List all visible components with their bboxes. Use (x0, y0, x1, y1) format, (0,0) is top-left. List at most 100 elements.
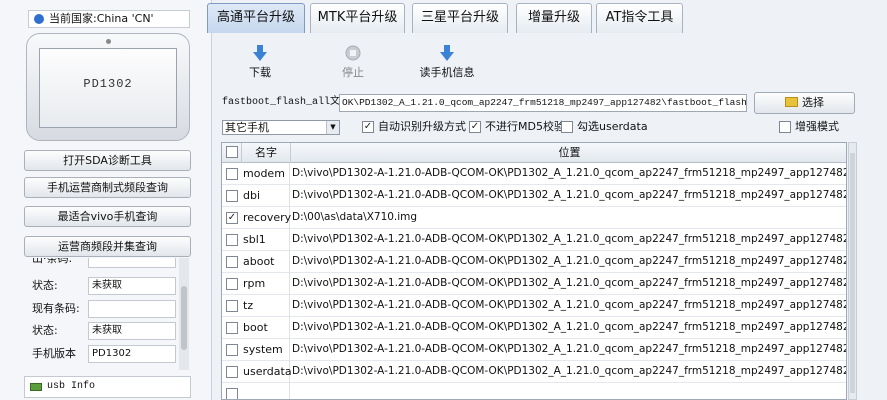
table-row[interactable]: userdata D:\vivo\PD1302-A-1.21.0-ADB-QCO… (222, 361, 846, 383)
table-row[interactable]: dbi D:\vivo\PD1302-A-1.21.0-ADB-QCOM-OK\… (222, 185, 847, 207)
row-checkbox[interactable] (226, 234, 238, 246)
info-value: PD1302 (88, 345, 176, 363)
table-row[interactable]: modem D:\vivo\PD1302-A-1.21.0-ADB-QCOM-O… (222, 163, 847, 185)
carrier-band-query-button[interactable]: 手机运营商制式频段查询 (24, 177, 191, 198)
table-row[interactable]: aboot D:\vivo\PD1302-A-1.21.0-ADB-QCOM-O… (222, 251, 847, 273)
tab-at-command-tool[interactable]: AT指令工具 (596, 3, 683, 33)
partition-path: D:\vivo\PD1302-A-1.21.0-ADB-QCOM-OK\PD13… (292, 299, 847, 311)
row-checkbox[interactable] (226, 366, 238, 378)
table-row[interactable]: system D:\vivo\PD1302-A-1.21.0-ADB-QCOM-… (222, 339, 847, 361)
partition-name: tz (242, 295, 290, 317)
phone-model-label: PD1302 (83, 77, 133, 91)
auto-detect-label: 自动识别升级方式 (378, 120, 466, 133)
phone-screen: PD1302 (39, 48, 177, 128)
usb-info-panel: usb Info (24, 376, 191, 398)
fastboot-file-input[interactable]: OK\PD1302_A_1.21.0_qcom_ap2247_frm51218_… (339, 94, 747, 112)
read-phone-info-button[interactable]: 读手机信息 (414, 44, 480, 80)
info-scrollbar[interactable] (179, 258, 189, 370)
column-header-name[interactable]: 名字 (242, 143, 291, 163)
download-button[interactable]: 下载 (227, 44, 293, 80)
checkbox-unchecked[interactable] (561, 121, 573, 133)
partition-path: D:\vivo\PD1302-A-1.21.0-ADB-QCOM-OK\PD13… (292, 255, 847, 267)
folder-icon (785, 97, 798, 107)
enhanced-mode-label: 增强模式 (795, 120, 839, 133)
row-checkbox[interactable] (226, 190, 238, 202)
country-text: 当前国家:China 'CN' (49, 12, 154, 25)
table-row[interactable]: rpm D:\vivo\PD1302-A-1.21.0-ADB-QCOM-OK\… (222, 273, 847, 295)
usb-icon (30, 383, 42, 391)
stop-icon (345, 45, 361, 61)
scrollbar-thumb[interactable] (850, 153, 855, 393)
auto-detect-checkbox[interactable]: ✓ 自动识别升级方式 (362, 120, 466, 135)
column-header-path[interactable]: 位置 (291, 143, 846, 163)
scrollbar-thumb[interactable] (181, 286, 187, 350)
partition-name: sbl1 (242, 229, 290, 251)
info-key: 现有条码: (32, 302, 80, 315)
info-key: 山·条码: (32, 258, 73, 265)
info-value (88, 300, 176, 318)
row-checkbox[interactable] (226, 344, 238, 356)
row-checkbox-checked[interactable]: ✓ (226, 212, 238, 224)
select-all-checkbox[interactable] (226, 146, 238, 158)
info-key: 状态: (32, 324, 58, 337)
carrier-band-union-query-button[interactable]: 运营商频段并集查询 (24, 236, 191, 257)
stop-button[interactable]: 停止 (320, 44, 386, 80)
select-all-cell (222, 143, 242, 163)
tab-mtk-upgrade[interactable]: MTK平台升级 (310, 3, 405, 33)
info-value: 未获取 (88, 322, 176, 340)
checkbox-checked[interactable]: ✓ (469, 121, 481, 133)
partition-name: boot (242, 317, 290, 339)
table-scrollbar[interactable] (848, 142, 857, 400)
open-sda-tool-button[interactable]: 打开SDA诊断工具 (24, 150, 191, 171)
row-checkbox[interactable] (226, 322, 238, 334)
checkbox-checked[interactable]: ✓ (362, 121, 374, 133)
chevron-down-icon[interactable]: ▼ (326, 121, 339, 134)
table-row[interactable]: ✓ recovery D:\00\as\data\X710.img (222, 207, 846, 229)
choose-label: 选择 (802, 96, 824, 109)
choose-file-button[interactable]: 选择 (754, 92, 855, 114)
partition-path: D:\vivo\PD1302-A-1.21.0-ADB-QCOM-OK\PD13… (292, 321, 847, 333)
best-vivo-phone-query-button[interactable]: 最适合vivo手机查询 (24, 206, 191, 227)
partition-path: D:\vivo\PD1302-A-1.21.0-ADB-QCOM-OK\PD13… (292, 167, 847, 179)
no-md5-label: 不进行MD5校验 (485, 120, 565, 133)
partition-name: modem (242, 163, 290, 185)
phone-type-value: 其它手机 (225, 121, 269, 134)
download-icon (253, 45, 267, 61)
info-value (88, 258, 176, 268)
download-label: 下载 (249, 66, 271, 79)
select-userdata-checkbox[interactable]: 勾选userdata (561, 120, 648, 135)
row-checkbox[interactable] (226, 278, 238, 290)
table-row[interactable]: boot D:\vivo\PD1302-A-1.21.0-ADB-QCOM-OK… (222, 317, 847, 339)
info-value: 未获取 (88, 277, 176, 295)
info-key: 状态: (32, 279, 58, 292)
partition-path (291, 383, 846, 399)
partition-path: D:\vivo\PD1302-A-1.21.0-ADB-QCOM-OK\PD13… (292, 343, 847, 355)
row-checkbox[interactable] (226, 168, 238, 180)
tab-incremental-upgrade[interactable]: 增量升级 (516, 3, 592, 33)
phone-type-select[interactable]: 其它手机 ▼ (222, 120, 340, 135)
tab-samsung-upgrade[interactable]: 三星平台升级 (412, 3, 508, 33)
partition-name: system (242, 339, 290, 361)
partition-path: D:\vivo\PD1302-A-1.21.0-ADB-QCOM-OK\PD13… (292, 277, 847, 289)
read-info-label: 读手机信息 (419, 66, 475, 79)
country-display: 当前国家:China 'CN' (28, 10, 190, 28)
row-checkbox[interactable] (226, 256, 238, 268)
partition-name: userdata (242, 361, 292, 383)
no-md5-checkbox[interactable]: ✓ 不进行MD5校验 (469, 120, 565, 135)
partition-name (242, 383, 290, 399)
usb-info-label: usb Info (47, 381, 96, 392)
select-userdata-label: 勾选userdata (577, 120, 648, 133)
partition-path: D:\vivo\PD1302-A-1.21.0-ADB-QCOM-OK\PD13… (292, 189, 847, 201)
left-panel: 当前国家:China 'CN' PD1302 打开SDA诊断工具 手机运营商制式… (0, 0, 212, 400)
camera-icon (106, 39, 111, 44)
tab-qualcomm-upgrade[interactable]: 高通平台升级 (207, 3, 305, 33)
table-row[interactable]: tz D:\vivo\PD1302-A-1.21.0-ADB-QCOM-OK\P… (222, 295, 847, 317)
globe-icon (34, 14, 44, 24)
partition-name: recovery (242, 207, 291, 229)
enhanced-mode-checkbox[interactable]: 增强模式 (779, 120, 839, 135)
table-row[interactable]: sbl1 D:\vivo\PD1302-A-1.21.0-ADB-QCOM-OK… (222, 229, 846, 251)
checkbox-unchecked[interactable] (779, 121, 791, 133)
row-checkbox[interactable] (226, 388, 238, 399)
table-row[interactable] (222, 383, 846, 399)
row-checkbox[interactable] (226, 300, 238, 312)
